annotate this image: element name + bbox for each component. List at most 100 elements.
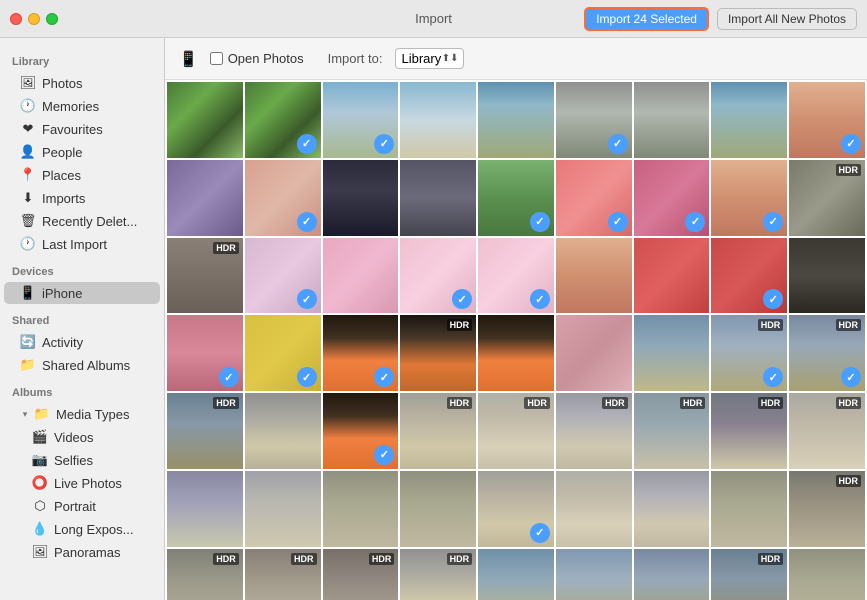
photo-cell[interactable]: ✓ (167, 315, 243, 391)
close-button[interactable] (10, 13, 22, 25)
sidebar-item-iphone[interactable]: 📱 iPhone (4, 282, 160, 304)
import-to-select[interactable]: Library Photos (395, 48, 464, 69)
photo-cell[interactable] (167, 471, 243, 547)
photo-cell[interactable]: ✓ (245, 82, 321, 158)
sidebar-item-selfies[interactable]: 📷 Selfies (4, 449, 160, 471)
selfies-icon: 📷 (32, 452, 48, 468)
photo-cell[interactable]: HDR (323, 549, 399, 600)
photo-cell[interactable]: ✓ (556, 160, 632, 236)
photo-cell[interactable]: ✓ (478, 160, 554, 236)
photo-cell[interactable] (634, 549, 710, 600)
shared-albums-icon: 📁 (20, 357, 36, 373)
photo-cell[interactable] (400, 160, 476, 236)
import-selected-button[interactable]: Import 24 Selected (584, 7, 709, 31)
photo-cell[interactable] (478, 315, 554, 391)
minimize-button[interactable] (28, 13, 40, 25)
photo-cell[interactable]: ✓ (323, 315, 399, 391)
photo-cell[interactable]: HDR (167, 549, 243, 600)
photo-cell[interactable]: HDR (556, 393, 632, 469)
photo-cell[interactable]: HDR (245, 549, 321, 600)
photo-cell[interactable]: ✓ (711, 238, 787, 314)
photo-cell[interactable]: HDR (478, 393, 554, 469)
photo-cell[interactable]: ✓ (711, 160, 787, 236)
photo-cell[interactable] (634, 315, 710, 391)
photo-cell[interactable] (634, 82, 710, 158)
photo-cell[interactable]: HDR (711, 549, 787, 600)
selection-check: ✓ (530, 212, 550, 232)
photo-cell[interactable]: HDR (634, 393, 710, 469)
sidebar-item-photos[interactable]: 🖼 Photos (4, 72, 160, 94)
sidebar-item-shared-albums[interactable]: 📁 Shared Albums (4, 354, 160, 376)
hdr-badge: HDR (602, 397, 628, 409)
photo-cell[interactable] (478, 549, 554, 600)
import-all-button[interactable]: Import All New Photos (717, 8, 857, 30)
sidebar-item-panoramas[interactable]: 🖼 Panoramas (4, 541, 160, 563)
photo-cell[interactable]: HDR (167, 393, 243, 469)
sidebar-item-videos[interactable]: 🎬 Videos (4, 426, 160, 448)
photo-cell[interactable]: HDR (400, 315, 476, 391)
sidebar-item-favourites[interactable]: ❤ Favourites (4, 118, 160, 140)
photo-cell[interactable]: ✓ (634, 160, 710, 236)
photo-cell[interactable] (167, 160, 243, 236)
photo-cell[interactable] (323, 160, 399, 236)
photo-cell[interactable]: HDR (400, 549, 476, 600)
open-photos-checkbox[interactable] (210, 52, 223, 65)
photo-cell[interactable] (789, 238, 865, 314)
sidebar-item-recently-deleted[interactable]: 🗑 Recently Delet... (4, 210, 160, 232)
photo-cell[interactable] (167, 82, 243, 158)
photo-cell[interactable]: ✓ (556, 82, 632, 158)
photo-cell[interactable]: ✓ (478, 471, 554, 547)
photo-cell[interactable]: ✓ (323, 393, 399, 469)
photo-cell[interactable]: HDR (789, 393, 865, 469)
photo-cell[interactable]: ✓ (323, 82, 399, 158)
photo-cell[interactable]: HDR ✓ (789, 315, 865, 391)
photo-cell[interactable] (556, 549, 632, 600)
photo-cell[interactable] (789, 549, 865, 600)
sidebar-item-places[interactable]: 📍 Places (4, 164, 160, 186)
photo-cell[interactable]: ✓ (400, 238, 476, 314)
photo-cell[interactable] (556, 238, 632, 314)
photo-cell[interactable] (323, 238, 399, 314)
hdr-badge: HDR (836, 319, 862, 331)
photo-cell[interactable] (634, 471, 710, 547)
sidebar-panoramas-label: Panoramas (54, 545, 120, 560)
selection-check: ✓ (763, 289, 783, 309)
photo-cell[interactable] (245, 471, 321, 547)
selection-check: ✓ (763, 367, 783, 387)
sidebar-item-portrait[interactable]: ⬡ Portrait (4, 495, 160, 517)
photo-cell[interactable] (400, 471, 476, 547)
sidebar-item-last-import[interactable]: 🕐 Last Import (4, 233, 160, 255)
photo-grid-container[interactable]: ✓✓✓✓✓✓✓✓✓HDRHDR✓✓✓✓✓✓✓HDRHDR✓HDR✓HDR✓HDR… (165, 80, 867, 600)
photo-cell[interactable]: HDR (711, 393, 787, 469)
photo-cell[interactable]: ✓ (245, 238, 321, 314)
photo-cell[interactable]: HDR (789, 471, 865, 547)
sidebar-item-people[interactable]: 👤 People (4, 141, 160, 163)
sidebar-item-activity[interactable]: 🔄 Activity (4, 331, 160, 353)
sidebar-item-imports[interactable]: ⬇ Imports (4, 187, 160, 209)
photo-cell[interactable] (711, 82, 787, 158)
photo-cell[interactable]: HDR (167, 238, 243, 314)
photo-cell[interactable] (323, 471, 399, 547)
photo-cell[interactable]: ✓ (789, 82, 865, 158)
photo-cell[interactable] (478, 82, 554, 158)
sidebar-favourites-label: Favourites (42, 122, 103, 137)
photo-cell[interactable]: HDR (400, 393, 476, 469)
photo-cell[interactable] (556, 315, 632, 391)
fullscreen-button[interactable] (46, 13, 58, 25)
photo-cell[interactable] (556, 471, 632, 547)
sidebar-item-long-exposure[interactable]: 💧 Long Expos... (4, 518, 160, 540)
photo-cell[interactable]: HDR (789, 160, 865, 236)
sidebar-item-media-types[interactable]: ▾ 📁 Media Types (4, 403, 160, 425)
sidebar-people-label: People (42, 145, 82, 160)
photo-cell[interactable]: HDR✓ (711, 315, 787, 391)
photo-cell[interactable] (634, 238, 710, 314)
photo-cell[interactable]: ✓ (245, 315, 321, 391)
photo-cell[interactable] (245, 393, 321, 469)
photo-cell[interactable]: ✓ (245, 160, 321, 236)
photo-cell[interactable]: ✓ (478, 238, 554, 314)
photo-cell[interactable] (711, 471, 787, 547)
sidebar-item-live-photos[interactable]: ⭕ Live Photos (4, 472, 160, 494)
selection-check: ✓ (841, 367, 861, 387)
photo-cell[interactable] (400, 82, 476, 158)
sidebar-item-memories[interactable]: 🕐 Memories (4, 95, 160, 117)
